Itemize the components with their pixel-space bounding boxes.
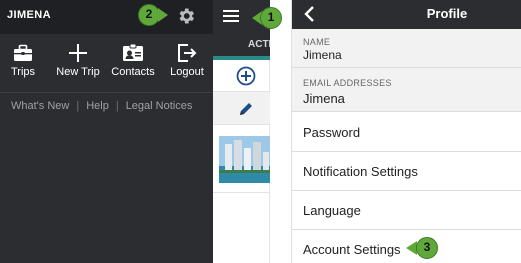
- callout-pointer: [158, 8, 168, 22]
- logout-label: Logout: [170, 66, 204, 78]
- hamburger-menu-icon[interactable]: [223, 10, 239, 22]
- callout-1: 1: [252, 7, 282, 29]
- new-trip-label: New Trip: [56, 66, 100, 78]
- profile-header: Profile: [292, 0, 521, 29]
- help-link[interactable]: Help: [86, 100, 109, 112]
- logout-button[interactable]: Logout: [166, 44, 208, 78]
- contacts-button[interactable]: Contacts: [110, 44, 156, 78]
- name-label: NAME: [303, 37, 331, 47]
- trips-tabs: ACTIVE: [213, 34, 270, 56]
- new-trip-button[interactable]: New Trip: [55, 44, 101, 78]
- callout-number: 3: [416, 237, 438, 259]
- name-section: NAME Jimena: [292, 29, 521, 68]
- language-menu-item[interactable]: Language: [292, 191, 521, 230]
- plus-icon: [69, 44, 87, 62]
- add-trip-row[interactable]: [213, 60, 270, 92]
- drawer-links: What's New | Help | Legal Notices: [11, 100, 192, 112]
- trips-panel: ACTIVE: [213, 0, 270, 263]
- trips-button[interactable]: Trips: [5, 44, 41, 78]
- callout-number: 2: [138, 4, 160, 26]
- tab-active[interactable]: ACTIVE: [248, 39, 270, 50]
- briefcase-icon: [14, 44, 32, 61]
- user-name: JIMENA: [7, 9, 51, 21]
- trip-card[interactable]: [213, 125, 270, 193]
- profile-title: Profile: [426, 6, 468, 21]
- callout-3: 3: [406, 237, 440, 259]
- callout-number: 1: [260, 7, 282, 29]
- gear-icon[interactable]: [176, 6, 196, 26]
- drawer-header: JIMENA: [0, 0, 213, 34]
- email-label: EMAIL ADDRESSES: [303, 78, 392, 88]
- contact-card-icon: [123, 44, 143, 61]
- language-label: Language: [303, 203, 361, 218]
- drawer-actions: Trips New Trip Contacts Logout: [0, 44, 213, 84]
- contacts-label: Contacts: [111, 66, 155, 78]
- callout-2: 2: [138, 4, 170, 26]
- trips-label: Trips: [10, 66, 36, 78]
- notification-settings-label: Notification Settings: [303, 164, 418, 179]
- panel-gap: [270, 0, 291, 263]
- trip-thumbnail-image: [219, 136, 270, 183]
- email-section: EMAIL ADDRESSES Jimena: [292, 68, 521, 112]
- legal-notices-link[interactable]: Legal Notices: [126, 100, 193, 112]
- side-drawer: JIMENA Trips New Trip Contacts Logout Wh…: [0, 0, 213, 263]
- profile-panel: Profile NAME Jimena EMAIL ADDRESSES Jime…: [291, 0, 521, 263]
- plus-circle-icon: [236, 66, 256, 86]
- notification-settings-menu-item[interactable]: Notification Settings: [292, 152, 521, 191]
- logout-icon: [178, 44, 197, 62]
- edit-row[interactable]: [213, 92, 270, 125]
- pencil-icon: [240, 103, 252, 115]
- password-menu-item[interactable]: Password: [292, 113, 521, 152]
- link-separator: |: [76, 100, 80, 112]
- whats-new-link[interactable]: What's New: [11, 100, 69, 112]
- link-separator: |: [115, 100, 119, 112]
- name-value: Jimena: [303, 48, 342, 62]
- email-value: Jimena: [303, 91, 345, 106]
- drawer-divider: [0, 92, 213, 93]
- account-settings-label: Account Settings: [303, 242, 401, 257]
- password-label: Password: [303, 125, 361, 140]
